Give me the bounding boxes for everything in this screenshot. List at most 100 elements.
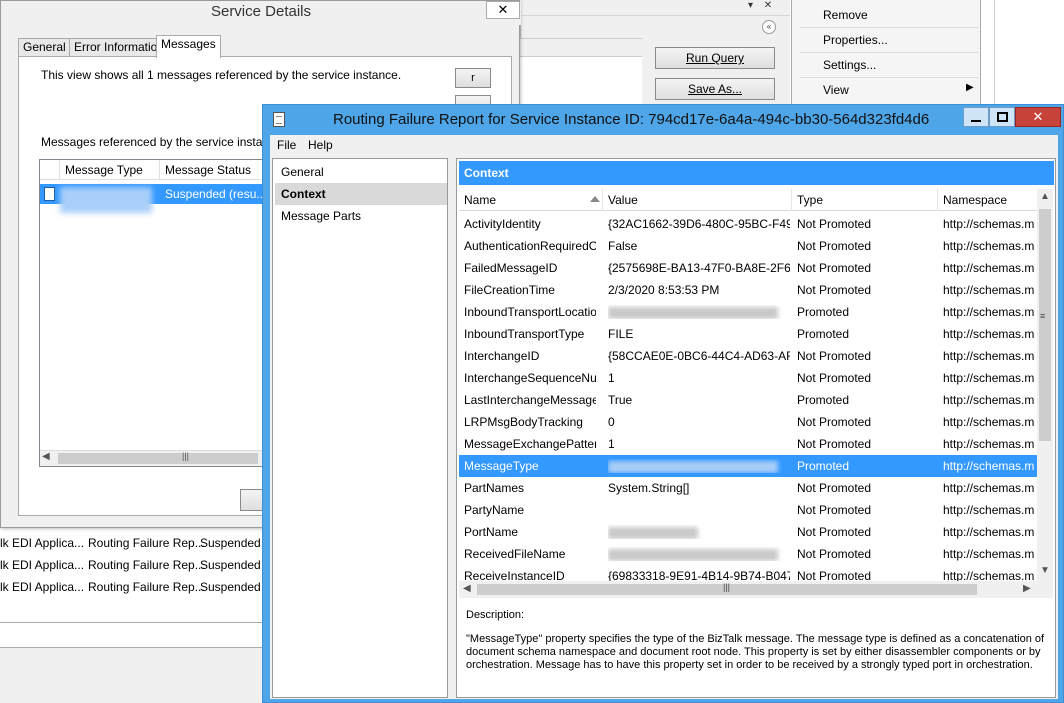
tab-error-information[interactable]: Error Information [69,38,170,57]
scroll-grip-icon: ||| [182,451,190,461]
property-namespace-cell: http://schemas.micr [943,283,1035,297]
messages-description: This view shows all 1 messages reference… [41,68,402,82]
table-row[interactable]: InterchangeID {58CCAE0E-0BC6-44C4-AD63-AF… [459,345,1037,367]
table-row[interactable]: PortName Not Promoted http://schemas.micr [459,521,1037,543]
table-row[interactable]: LRPMsgBodyTracking 0 Not Promoted http://sc… [459,411,1037,433]
list-item[interactable]: lk EDI Applica... Routing Failure Rep...… [0,533,268,553]
scrollbar-thumb[interactable] [58,453,258,464]
menu-item-properties[interactable]: Properties... [823,33,888,47]
column-header-value[interactable]: Value [603,189,792,211]
column-header-icon[interactable] [40,160,60,180]
property-type-cell: Not Promoted [797,415,872,429]
horizontal-scrollbar[interactable]: ◀ ||| [40,450,268,466]
property-name-cell: InterchangeSequenceNu... [464,371,596,385]
tab-messages[interactable]: Messages [156,35,221,58]
property-value-cell [608,525,790,539]
property-namespace-cell: http://schemas.micr [943,217,1035,231]
message-status: Suspended (resu... [165,187,267,201]
menu-file[interactable]: File [277,138,296,152]
table-row[interactable]: PartyName Not Promoted http://schemas.micr [459,499,1037,521]
property-name-cell: FailedMessageID [464,261,558,275]
property-name-cell: FileCreationTime [464,283,555,297]
property-namespace-cell: http://schemas.micr [943,525,1035,539]
property-namespace-cell: http://schemas.micr [943,481,1035,495]
scrollbar-thumb[interactable] [1039,209,1051,441]
list-cell: Routing Failure Rep... [88,558,205,572]
property-name-cell: PortName [464,525,519,539]
table-row[interactable]: MessageExchangePattern 1 Not Promoted http:… [459,433,1037,455]
vertical-scrollbar[interactable]: ▲ ≡ ▼ [1037,189,1053,581]
property-type-cell: Not Promoted [797,547,872,561]
maximize-button[interactable] [989,107,1015,127]
property-type-cell: Not Promoted [797,481,872,495]
column-header-message-status[interactable]: Message Status [160,160,268,180]
property-value-cell: 1 [608,437,615,451]
table-row[interactable]: PartNames System.String[] Not Promoted http… [459,477,1037,499]
property-namespace-cell: http://schemas.micr [943,261,1035,275]
maximize-icon [997,112,1008,122]
table-row[interactable]: InboundTransportLocation Promoted http://s… [459,301,1037,323]
close-button[interactable]: ✕ [1015,107,1061,127]
table-row[interactable]: ReceivedFileName Not Promoted http://schem… [459,543,1037,565]
scroll-right-icon[interactable]: ▶ [1023,583,1031,594]
menu-item-view[interactable]: View [823,83,849,97]
property-value-cell: {58CCAE0E-0BC6-44C4-AD63-AF2... [608,349,790,363]
table-row[interactable]: ReceiveInstanceID {69833318-9E91-4B14-9B7… [459,565,1037,581]
nav-item-message-parts[interactable]: Message Parts [275,205,447,227]
list-cell: Routing Failure Rep... [88,536,205,550]
save-as-button[interactable]: Save As... [655,78,775,100]
messages-list[interactable]: Message Type Message Status Suspended (r… [39,159,269,467]
list-cell: Suspended ( [200,580,269,594]
list-cell: Routing Failure Rep... [88,580,205,594]
menu-item-settings[interactable]: Settings... [823,58,876,72]
sort-ascending-icon [590,196,600,202]
column-header-namespace[interactable]: Namespace [938,189,1037,211]
document-icon [273,112,285,127]
nav-item-general[interactable]: General [275,161,447,183]
table-row[interactable]: InboundTransportType FILE Promoted http://s… [459,323,1037,345]
column-header-message-type[interactable]: Message Type [60,160,160,180]
table-row[interactable]: AuthenticationRequiredOn... False Not Prom… [459,235,1037,257]
table-row[interactable]: InterchangeSequenceNu... 1 Not Promoted htt… [459,367,1037,389]
redacted-value [608,306,778,319]
minimize-button[interactable] [963,107,989,127]
table-row[interactable]: LastInterchangeMessage True Promoted http:/… [459,389,1037,411]
property-name-cell: ReceiveInstanceID [464,569,565,581]
context-detail-pane: Context Name Value Type Namespace Activi… [456,158,1056,698]
run-query-button[interactable]: Run Query [655,47,775,69]
property-namespace-cell: http://schemas.micr [943,305,1035,319]
horizontal-scrollbar[interactable]: ◀ ||| ▶ [459,581,1037,598]
collapse-icon[interactable]: « [762,20,776,34]
nav-item-context[interactable]: Context [275,183,447,205]
menu-item-remove[interactable]: Remove [823,8,868,22]
menu-help[interactable]: Help [308,138,333,152]
scroll-left-icon[interactable]: ◀ [463,583,471,594]
column-header-type[interactable]: Type [792,189,938,211]
property-namespace-cell: http://schemas.micr [943,547,1035,561]
property-value-cell: False [608,239,638,253]
pane-dropdown-close-icons[interactable]: ▾ ✕ [748,0,776,11]
column-header-name[interactable]: Name [459,189,603,211]
property-type-cell: Not Promoted [797,371,872,385]
tab-general[interactable]: General [18,38,71,57]
scroll-up-icon[interactable]: ▲ [1040,191,1050,202]
close-button[interactable]: ✕ [486,1,520,19]
redacted-message-type [60,187,152,213]
scroll-left-icon[interactable]: ◀ [42,451,50,462]
table-row[interactable]: ActivityIdentity {32AC1662-39D6-480C-95BC… [459,213,1037,235]
scroll-down-icon[interactable]: ▼ [1040,565,1050,576]
list-item[interactable]: lk EDI Applica... Routing Failure Rep...… [0,555,268,575]
list-item[interactable]: Suspended (resu... [40,184,268,213]
redacted-value [608,526,698,539]
table-row[interactable]: FailedMessageID {2575698E-BA13-47F0-BA8E-… [459,257,1037,279]
property-value-cell [608,305,790,319]
messages-list-label: Messages referenced by the service insta… [41,135,286,149]
table-row[interactable]: MessageType Promoted http://schemas.micr [459,455,1037,477]
scroll-corner [1037,581,1053,598]
list-item[interactable]: lk EDI Applica... Routing Failure Rep...… [0,577,268,597]
table-row[interactable]: FileCreationTime 2/3/2020 8:53:53 PM Not P… [459,279,1037,301]
property-value-cell: System.String[] [608,481,690,495]
side-button[interactable]: r [455,68,491,88]
redacted-value [608,460,778,473]
report-client-area: General Context Message Parts Context Na… [270,155,1058,699]
